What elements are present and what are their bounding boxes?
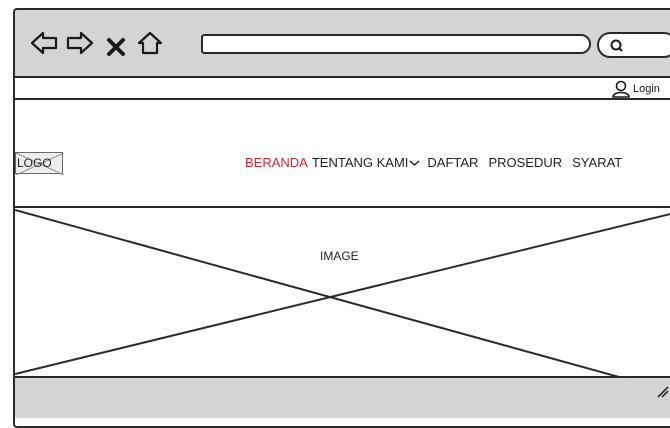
search-box[interactable] [597, 32, 670, 58]
image-placeholder-cross [15, 209, 670, 378]
login-link[interactable]: Login [611, 79, 660, 99]
hero-image-placeholder: IMAGE [15, 208, 670, 378]
logo-label: LOGO [17, 156, 52, 170]
nav-item-prosedur[interactable]: PROSEDUR [488, 155, 562, 170]
nav-item-syarat[interactable]: SYARAT [572, 155, 622, 170]
back-arrow-icon[interactable] [29, 28, 59, 58]
top-login-bar: Login [15, 78, 670, 100]
search-icon [610, 39, 623, 52]
address-bar[interactable] [201, 34, 591, 54]
site-header: LOGO BERANDA TENTANG KAMI DAFTAR PROSEDU… [15, 100, 670, 208]
nav-item-daftar[interactable]: DAFTAR [427, 155, 478, 170]
close-icon[interactable] [105, 32, 127, 62]
user-icon [612, 80, 630, 98]
nav-item-tentang-kami[interactable]: TENTANG KAMI [312, 155, 409, 170]
resize-grip-icon[interactable] [655, 384, 669, 398]
browser-window: Login LOGO BERANDA TENTANG KAMI DAFTAR P… [13, 8, 670, 428]
browser-toolbar [15, 10, 670, 78]
hero-image-label: IMAGE [320, 249, 359, 263]
logo-placeholder[interactable]: LOGO [15, 152, 64, 175]
forward-arrow-icon[interactable] [65, 28, 95, 58]
nav-item-beranda[interactable]: BERANDA [245, 155, 308, 170]
chevron-down-icon[interactable] [409, 159, 420, 167]
login-label: Login [633, 83, 660, 95]
browser-status-bar [15, 378, 670, 418]
main-nav: BERANDA TENTANG KAMI DAFTAR PROSEDUR SYA… [245, 155, 626, 170]
home-icon[interactable] [135, 28, 165, 58]
